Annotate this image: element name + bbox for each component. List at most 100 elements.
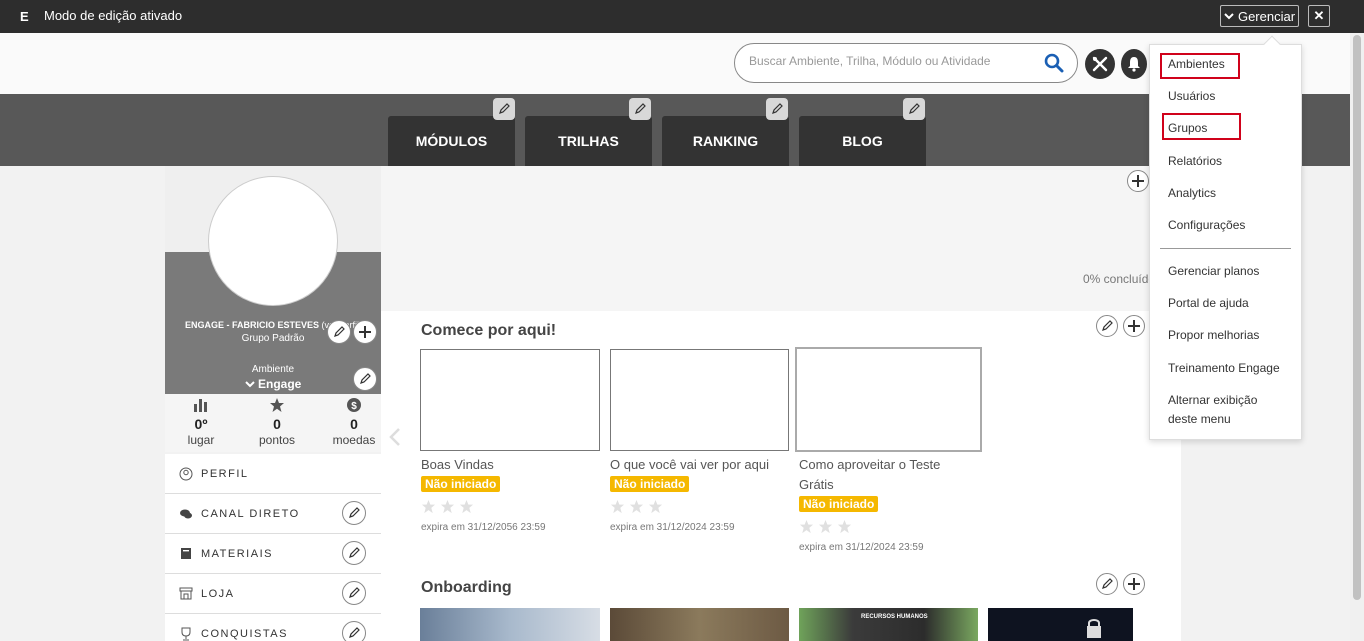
edit-tab-button[interactable] — [903, 98, 925, 120]
onboarding-card-image[interactable] — [420, 608, 600, 641]
star-icon — [799, 519, 814, 534]
tools-button[interactable] — [1085, 49, 1115, 79]
photo-caption: RECURSOS HUMANOS — [861, 614, 928, 620]
plus-icon — [1128, 320, 1140, 332]
menu-item-grupos[interactable]: Grupos — [1168, 119, 1207, 138]
tab-label: TRILHAS — [558, 133, 619, 149]
rating-stars[interactable] — [799, 519, 852, 534]
main-content: Comece por aqui! Boas Vindas Não iniciad… — [381, 311, 1181, 641]
trophy-icon — [181, 627, 191, 640]
bar-chart-icon — [194, 399, 207, 412]
card-title[interactable]: O que você vai ver por aqui — [610, 455, 790, 475]
star-icon — [610, 499, 625, 514]
tab-ranking[interactable]: RANKING — [662, 116, 789, 166]
stat-rank: 0º lugar — [165, 394, 237, 447]
stat-points: 0 pontos — [241, 394, 313, 447]
status-badge: Não iniciado — [610, 476, 690, 492]
card-thumbnail[interactable] — [420, 349, 600, 451]
pencil-icon — [772, 103, 783, 114]
star-icon — [440, 499, 455, 514]
edit-tab-button[interactable] — [629, 98, 651, 120]
edit-menu-item-button[interactable] — [342, 541, 366, 565]
add-widget-button[interactable] — [1127, 170, 1149, 192]
section-title-onboarding: Onboarding — [421, 579, 512, 596]
pencil-icon — [499, 103, 510, 114]
add-section-button[interactable] — [1123, 573, 1145, 595]
user-stats: 0º lugar 0 pontos $ 0 moedas — [165, 394, 381, 452]
card-title[interactable]: Boas Vindas — [421, 455, 601, 475]
edit-menu-item-button[interactable] — [342, 501, 366, 525]
edit-tab-button[interactable] — [766, 98, 788, 120]
sidebar-item-canal-direto[interactable]: CANAL DIRETO — [165, 494, 381, 534]
menu-item-portal-ajuda[interactable]: Portal de ajuda — [1168, 294, 1249, 313]
tab-blog[interactable]: BLOG — [799, 116, 926, 166]
menu-item-ambientes[interactable]: Ambientes — [1168, 55, 1225, 74]
tab-trilhas[interactable]: TRILHAS — [525, 116, 652, 166]
card-title[interactable]: Como aproveitar o Teste Grátis — [799, 455, 969, 495]
sidebar-item-loja[interactable]: LOJA — [165, 574, 381, 614]
stat-value: 0 — [350, 416, 358, 432]
menu-item-treinamento[interactable]: Treinamento Engage — [1168, 359, 1280, 378]
menu-item-configuracoes[interactable]: Configurações — [1168, 216, 1245, 235]
edit-section-button[interactable] — [1096, 315, 1118, 337]
environment-value: Engage — [258, 377, 302, 391]
star-icon — [837, 519, 852, 534]
book-icon — [181, 548, 191, 559]
edit-section-button[interactable] — [1096, 573, 1118, 595]
chevron-down-icon — [244, 381, 255, 388]
close-edit-mode-button[interactable]: ✕ — [1308, 5, 1330, 27]
onboarding-card-image[interactable] — [988, 608, 1133, 641]
tab-label: MÓDULOS — [415, 133, 488, 149]
edit-menu-item-button[interactable] — [342, 621, 366, 641]
pencil-icon — [1102, 578, 1113, 589]
menu-divider — [1160, 248, 1291, 249]
rating-stars[interactable] — [610, 499, 663, 514]
star-icon — [459, 499, 474, 514]
sidebar-item-conquistas[interactable]: CONQUISTAS — [165, 614, 381, 641]
page-scrollbar[interactable] — [1350, 33, 1364, 641]
card-thumbnail[interactable] — [795, 347, 982, 452]
progress-area: 0% concluído — [381, 166, 1181, 311]
onboarding-card-image[interactable]: RECURSOS HUMANOS — [799, 608, 978, 641]
sidebar-item-materiais[interactable]: MATERIAIS — [165, 534, 381, 574]
add-profile-button[interactable] — [353, 320, 377, 344]
pencil-icon — [635, 103, 646, 114]
environment-selector[interactable]: Engage — [165, 377, 381, 391]
menu-item-relatorios[interactable]: Relatórios — [1168, 152, 1222, 171]
search-icon[interactable] — [1044, 53, 1064, 73]
onboarding-card-image[interactable] — [610, 608, 789, 641]
search-input[interactable] — [749, 54, 1029, 68]
menu-item-analytics[interactable]: Analytics — [1168, 184, 1216, 203]
tab-modulos[interactable]: MÓDULOS — [388, 116, 515, 166]
pencil-icon — [909, 103, 920, 114]
pencil-icon — [334, 326, 345, 337]
search-box[interactable] — [734, 43, 1078, 83]
menu-item-propor-melhorias[interactable]: Propor melhorias — [1168, 326, 1259, 345]
scrollbar-thumb[interactable] — [1353, 35, 1361, 600]
star-icon — [648, 499, 663, 514]
sidebar-item-perfil[interactable]: PERFIL — [165, 454, 381, 494]
user-icon — [179, 467, 193, 480]
edit-tab-button[interactable] — [493, 98, 515, 120]
card-thumbnail[interactable] — [610, 349, 789, 451]
menu-item-alternar-exibicao[interactable]: Alternar exibição deste menu — [1168, 391, 1268, 429]
star-icon — [629, 499, 644, 514]
manage-button[interactable]: Gerenciar — [1220, 5, 1299, 27]
menu-item-usuarios[interactable]: Usuários — [1168, 87, 1215, 106]
tab-label: RANKING — [692, 133, 759, 149]
edit-menu-item-button[interactable] — [342, 581, 366, 605]
edit-profile-button[interactable] — [327, 320, 351, 344]
edit-environment-button[interactable] — [353, 367, 377, 391]
rating-stars[interactable] — [421, 499, 474, 514]
chat-icon — [180, 509, 192, 518]
coin-icon: $ — [347, 398, 361, 412]
menu-item-gerenciar-planos[interactable]: Gerenciar planos — [1168, 262, 1259, 281]
add-section-button[interactable] — [1123, 315, 1145, 337]
notifications-button[interactable] — [1121, 49, 1147, 79]
avatar[interactable] — [208, 176, 338, 306]
svg-text:$: $ — [351, 401, 357, 412]
environment-label: Ambiente — [251, 364, 295, 375]
star-icon — [818, 519, 833, 534]
nav-band: MÓDULOS TRILHAS RANKING BLOG — [0, 94, 1350, 166]
carousel-prev-icon[interactable] — [389, 427, 401, 447]
